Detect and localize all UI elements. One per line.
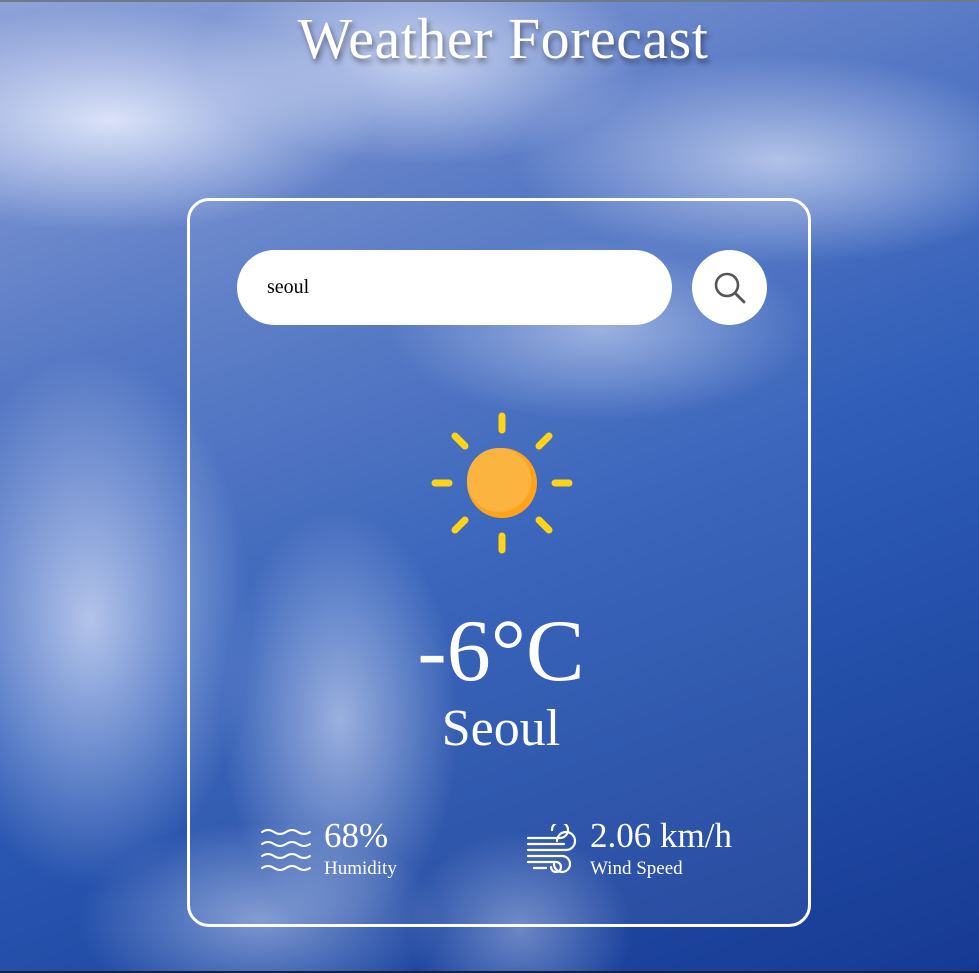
humidity-label: Humidity (324, 858, 397, 879)
page-title: Weather Forecast (297, 6, 709, 71)
humidity-value: 68% (324, 816, 389, 855)
wind-speed-value: 2.06 km/h (590, 816, 732, 855)
search-button[interactable] (692, 250, 767, 325)
wind-speed-label: Wind Speed (590, 858, 683, 879)
temperature: -6°C (417, 603, 585, 700)
humidity-waves-icon (261, 829, 311, 871)
wind-icon (526, 824, 577, 874)
search-icon (714, 272, 745, 303)
sun-icon (431, 412, 573, 554)
search-input[interactable] (237, 250, 672, 325)
city-name: Seoul (441, 700, 561, 757)
window-top-edge (0, 0, 979, 2)
